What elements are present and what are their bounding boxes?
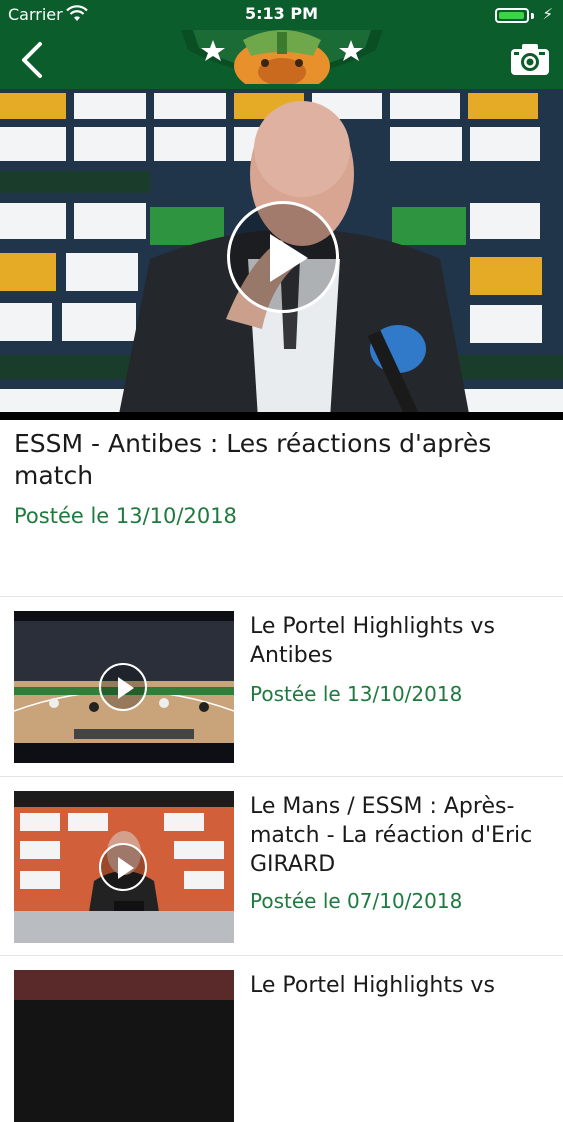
club-logo xyxy=(181,30,383,84)
featured-video-title[interactable]: ESSM - Antibes : Les réactions d'après m… xyxy=(14,428,544,492)
app-header: Carrier 5:13 PM ⚡ xyxy=(0,0,563,89)
play-icon[interactable] xyxy=(99,663,147,711)
video-thumbnail[interactable] xyxy=(14,611,234,763)
battery-icon xyxy=(495,8,529,23)
video-thumbnail[interactable] xyxy=(14,970,234,1122)
video-title[interactable]: Le Portel Highlights vs xyxy=(250,971,555,1000)
video-thumbnail[interactable] xyxy=(14,791,234,943)
list-divider xyxy=(0,596,563,597)
play-icon[interactable] xyxy=(99,843,147,891)
battery-tip xyxy=(531,13,534,19)
video-bottom-bar xyxy=(0,412,563,420)
charging-icon: ⚡ xyxy=(542,5,553,23)
video-date: Postée le 13/10/2018 xyxy=(250,682,463,706)
video-title[interactable]: Le Portel Highlights vs Antibes xyxy=(250,612,555,670)
play-icon[interactable] xyxy=(227,201,339,313)
video-title[interactable]: Le Mans / ESSM : Après-match - La réacti… xyxy=(250,792,555,879)
battery-fill xyxy=(499,12,524,19)
status-bar: Carrier 5:13 PM ⚡ xyxy=(0,0,563,30)
featured-video-date: Postée le 13/10/2018 xyxy=(14,504,237,528)
chevron-left-icon[interactable] xyxy=(10,38,54,82)
status-time: 5:13 PM xyxy=(244,4,318,23)
basketball-court-image xyxy=(14,970,234,1122)
list-divider xyxy=(0,955,563,956)
video-date: Postée le 07/10/2018 xyxy=(250,889,463,913)
featured-video-thumbnail[interactable] xyxy=(0,89,563,419)
list-divider xyxy=(0,776,563,777)
camera-icon[interactable] xyxy=(509,40,551,78)
